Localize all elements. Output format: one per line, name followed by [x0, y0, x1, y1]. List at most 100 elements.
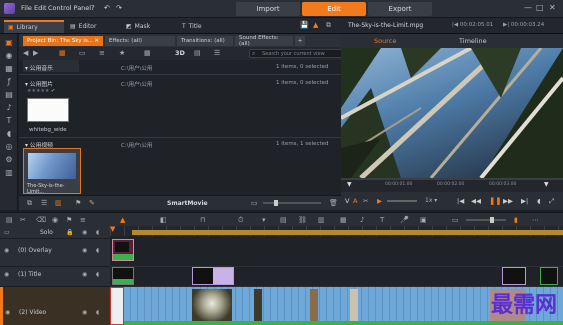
more-icon[interactable]: ⋯ — [532, 216, 539, 224]
undo-icon[interactable]: ↶ — [104, 4, 110, 12]
add-tab-button[interactable]: + — [295, 36, 305, 46]
stack-icon[interactable]: ▤ — [280, 216, 287, 224]
folder-icon[interactable]: ▭ — [79, 49, 86, 57]
timeline-ruler[interactable]: ▼ — [110, 225, 563, 236]
menu-edit[interactable]: Edit — [34, 4, 47, 12]
nav-back-icon[interactable]: ◀ — [23, 49, 28, 57]
speaker-icon[interactable]: ◖ — [96, 309, 99, 316]
mark-v-button[interactable]: V — [345, 197, 349, 205]
track-lock-icon[interactable]: ◉ — [4, 247, 9, 254]
trash-icon[interactable]: 🗑 — [329, 199, 338, 207]
scissors-icon[interactable]: ✂ — [363, 197, 368, 205]
track-overlay-lane[interactable] — [110, 239, 563, 267]
eye-icon[interactable]: ◉ — [82, 271, 87, 278]
toggle-3d-button[interactable]: 3D — [175, 49, 185, 57]
help-icon[interactable]: ? — [91, 4, 95, 12]
mode-export-button[interactable]: Export — [368, 2, 432, 16]
mode-import-button[interactable]: Import — [236, 2, 300, 16]
next-frame-icon[interactable]: ▶▶ — [503, 197, 513, 205]
whitebg-thumbnail[interactable] — [27, 98, 69, 122]
timeline-zoom-slider[interactable] — [466, 219, 506, 221]
text-tool-icon[interactable]: T — [380, 216, 384, 224]
search-input[interactable]: Search your current view — [249, 49, 349, 58]
track-lock-icon[interactable]: ◉ — [4, 271, 9, 278]
list-view-icon[interactable]: ☰ — [214, 49, 220, 57]
effects-icon[interactable]: ƒ — [4, 77, 14, 87]
fullscreen-icon[interactable]: ⤢ — [549, 197, 554, 206]
preview-ruler[interactable]: ▼ 00:00:01.00 00:00:02.00 00:00:03.00 ▼ — [341, 178, 563, 192]
timeline-zoom-handle[interactable] — [490, 217, 494, 223]
playhead-icon[interactable]: ▼ — [347, 181, 352, 188]
volume-icon[interactable]: ◖ — [537, 197, 540, 205]
close-tab-icon[interactable]: ✕ — [94, 38, 99, 44]
zoom-out-icon[interactable]: ▭ — [251, 199, 258, 207]
tab-editor[interactable]: ▤ Editor — [66, 20, 120, 33]
import-media-icon[interactable]: ▥ — [55, 199, 62, 207]
collections-icon[interactable]: ◉ — [4, 51, 14, 61]
mode-edit-button[interactable]: Edit — [302, 2, 366, 16]
tab-library[interactable]: ▣ Library — [4, 20, 64, 33]
tab-timeline[interactable]: Timeline — [459, 37, 487, 45]
track-lock-icon[interactable]: ◉ — [5, 309, 10, 316]
play-button[interactable]: ❚❚ — [489, 196, 502, 205]
title-clip-4[interactable] — [540, 267, 558, 285]
fit-icon[interactable]: ▮ — [514, 216, 518, 224]
prev-frame-icon[interactable]: ◀◀ — [471, 197, 481, 205]
go-end-icon[interactable]: ▶| — [521, 197, 528, 205]
snapshot-icon[interactable]: ◉ — [52, 216, 58, 224]
tab-effects[interactable]: Effects: (all) — [105, 36, 175, 46]
end-marker-icon[interactable]: ▼ — [544, 181, 549, 188]
note-icon[interactable]: ✎ — [89, 199, 95, 207]
zoom-slider-handle[interactable] — [274, 200, 278, 206]
flag-icon[interactable]: ▶ — [377, 197, 382, 205]
sound-icon[interactable]: ◖ — [4, 129, 14, 139]
nav-forward-icon[interactable]: ▶ — [33, 49, 38, 57]
fps-dropdown[interactable]: 1x ▾ — [425, 197, 437, 204]
tracks-icon[interactable]: ▥ — [318, 216, 325, 224]
copy-icon[interactable]: ⧉ — [27, 199, 32, 208]
speaker-icon[interactable]: ◖ — [96, 247, 99, 254]
eye-icon[interactable]: ◉ — [82, 229, 87, 236]
detach-icon[interactable]: ⧉ — [326, 21, 331, 30]
group-header-music[interactable]: ▾ 公用音乐 — [25, 63, 53, 72]
grid-view-icon[interactable]: ▦ — [144, 49, 151, 57]
settings-icon[interactable]: ⚙ — [4, 155, 14, 165]
link-icon[interactable]: ⛓ — [298, 216, 307, 224]
group-header-images[interactable]: ▾ 公用图片 — [25, 79, 53, 88]
close-icon[interactable]: ✕ — [549, 3, 556, 12]
timeline-settings-icon[interactable]: ▤ — [6, 216, 13, 224]
trim-icon[interactable]: ◧ — [160, 216, 167, 224]
tab-transitions[interactable]: Transitions: (all) — [177, 36, 233, 46]
music-icon[interactable]: ♪ — [4, 103, 14, 113]
delete-tool-icon[interactable]: ⌫ — [36, 216, 46, 224]
mark-a-button[interactable]: A — [353, 197, 357, 205]
video-clip-white[interactable] — [110, 287, 124, 325]
marker-icon[interactable]: ⚑ — [66, 216, 72, 224]
audio-icon[interactable]: ♪ — [360, 216, 364, 224]
list-icon[interactable]: ☰ — [41, 199, 47, 207]
group-view-icon[interactable]: ▤ — [194, 49, 201, 57]
lock-icon[interactable]: 🔒 — [66, 229, 73, 236]
go-start-icon[interactable]: |◀ — [457, 197, 464, 205]
tab-sound-effects[interactable]: Sound Effects: (all) — [235, 35, 293, 47]
preview-video[interactable] — [341, 48, 563, 178]
tab-title[interactable]: T Title — [178, 20, 232, 33]
redo-icon[interactable]: ↷ — [116, 4, 122, 12]
save-icon[interactable]: 💾 — [300, 21, 309, 29]
mic-icon[interactable]: 🎤 — [400, 216, 409, 224]
track-title-lane[interactable] — [110, 267, 563, 287]
eye-icon[interactable]: ◉ — [82, 247, 87, 254]
title-clip-2[interactable] — [192, 267, 234, 285]
overlay-clip[interactable] — [112, 239, 134, 261]
razor-icon[interactable]: ▲ — [120, 216, 125, 224]
sort-icon[interactable]: ≡ — [99, 49, 105, 57]
zoom-slider[interactable] — [263, 202, 321, 204]
eye-icon[interactable]: ◉ — [82, 309, 87, 316]
mixer-icon[interactable]: ≡ — [80, 216, 86, 224]
filter-icon[interactable]: ▦ — [59, 49, 66, 57]
project-bin-icon[interactable]: ▣ — [4, 38, 14, 48]
star-filter-icon[interactable]: ★ — [119, 49, 125, 57]
jog-slider[interactable] — [387, 200, 417, 202]
layers-icon[interactable]: ▥ — [4, 168, 14, 178]
timeline-playhead-icon[interactable]: ▼ — [110, 225, 115, 233]
